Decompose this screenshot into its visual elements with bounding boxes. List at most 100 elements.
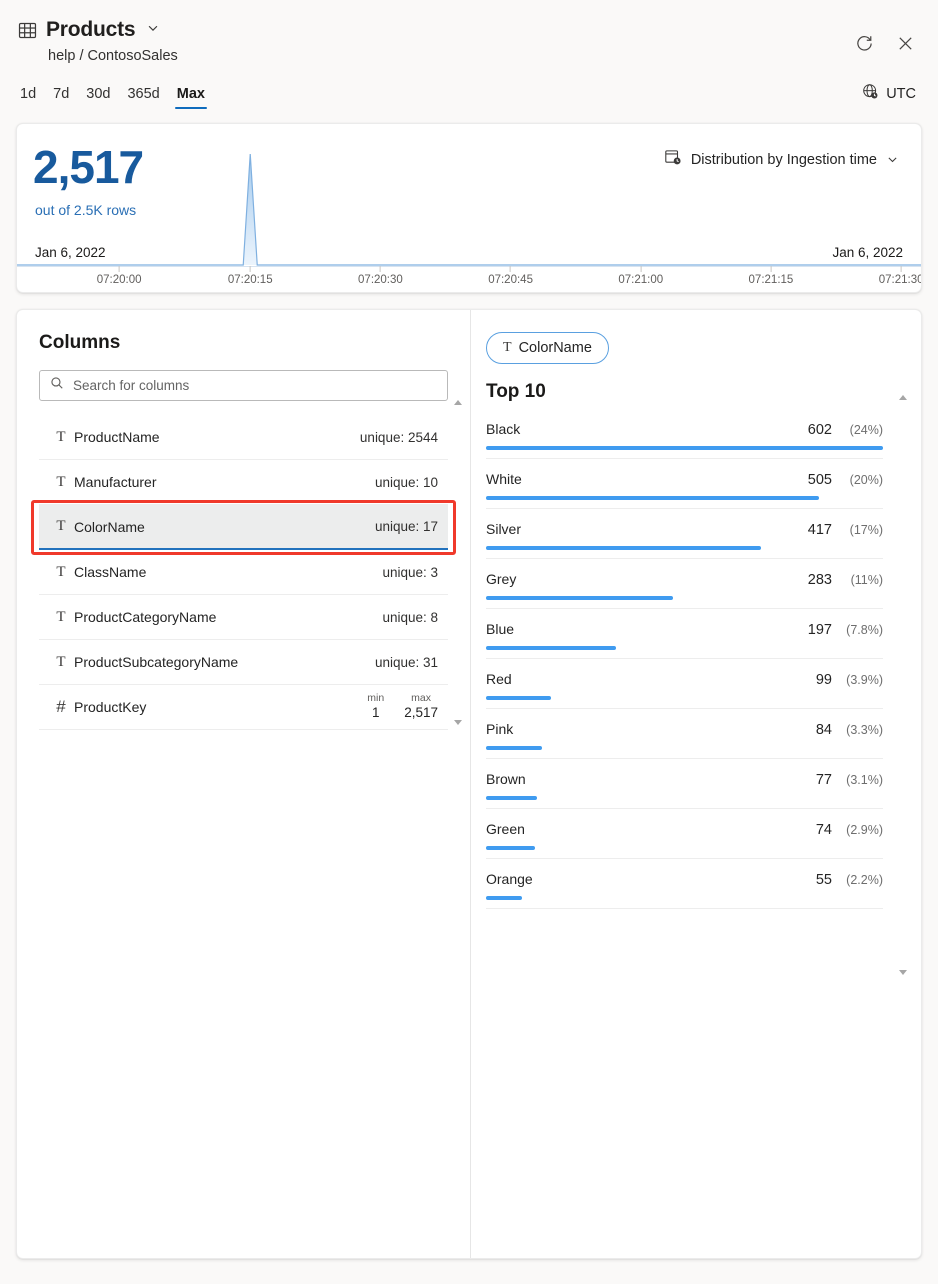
search-columns-box[interactable] — [39, 370, 448, 401]
globe-clock-icon — [862, 83, 879, 105]
top-value-bar — [486, 696, 551, 700]
tick-label: 07:20:15 — [228, 274, 273, 286]
top-value-count: 99 — [816, 672, 832, 688]
tab-365d[interactable]: 365d — [127, 86, 159, 109]
top-value-head: White505(20%) — [486, 471, 883, 488]
top-value-head: Grey283(11%) — [486, 571, 883, 588]
top-value-percent: (3.1%) — [839, 773, 883, 787]
scroll-up-arrow[interactable] — [899, 395, 907, 400]
top-value-percent: (17%) — [839, 523, 883, 537]
close-icon[interactable] — [894, 32, 916, 54]
scroll-down-arrow[interactable] — [454, 720, 462, 725]
search-input[interactable] — [73, 378, 437, 393]
column-name: Manufacturer — [74, 474, 375, 490]
tick-label: 07:21:30 — [879, 274, 922, 286]
top-value-row[interactable]: Pink84(3.3%) — [486, 709, 883, 759]
columns-scrollbar[interactable] — [452, 400, 464, 725]
axis-tick: 07:21:15 — [749, 266, 794, 286]
top-value-label: Blue — [486, 621, 808, 637]
min-value: 1 — [372, 705, 380, 722]
tick-mark — [640, 266, 641, 272]
top-values-scrollbar[interactable] — [897, 395, 909, 975]
top-value-bar-track — [486, 596, 883, 600]
top-value-bar-track — [486, 696, 883, 700]
ingestion-distribution-chart — [17, 124, 921, 266]
top-value-count: 77 — [816, 772, 832, 788]
top-value-row[interactable]: White505(20%) — [486, 459, 883, 509]
top-value-row[interactable]: Brown77(3.1%) — [486, 759, 883, 809]
stats-card: 2,517 out of 2.5K rows Distribution by I… — [16, 123, 922, 293]
top-value-bar-track — [486, 646, 883, 650]
column-name: ProductSubcategoryName — [74, 654, 375, 670]
chart-axis: 07:20:0007:20:1507:20:3007:20:4507:21:00… — [17, 266, 921, 293]
top-value-head: Red99(3.9%) — [486, 671, 883, 688]
tab-30d[interactable]: 30d — [86, 86, 110, 109]
axis-tick: 07:20:45 — [488, 266, 533, 286]
page-header: Products help / ContosoSales — [0, 0, 938, 64]
top-value-row[interactable]: Orange55(2.2%) — [486, 859, 883, 909]
top-value-head: Brown77(3.1%) — [486, 771, 883, 788]
column-row-productcategoryname[interactable]: TProductCategoryNameunique: 8 — [39, 595, 448, 640]
column-row-productsubcategoryname[interactable]: TProductSubcategoryNameunique: 31 — [39, 640, 448, 685]
top-value-count: 283 — [808, 572, 832, 588]
text-type-icon: T — [51, 474, 71, 491]
top-value-count: 74 — [816, 822, 832, 838]
axis-tick: 07:21:30 — [879, 266, 922, 286]
top-value-percent: (20%) — [839, 473, 883, 487]
selected-column-label: ColorName — [519, 340, 592, 356]
tick-label: 07:20:00 — [97, 274, 142, 286]
top-value-label: Black — [486, 421, 808, 437]
text-type-icon: T — [51, 609, 71, 626]
top-value-bar-track — [486, 496, 883, 500]
column-max: max2,517 — [404, 692, 438, 722]
tick-mark — [119, 266, 120, 272]
top-value-row[interactable]: Silver417(17%) — [486, 509, 883, 559]
tick-mark — [770, 266, 771, 272]
column-row-productkey[interactable]: #ProductKeymin1max2,517 — [39, 685, 448, 730]
top-value-row[interactable]: Grey283(11%) — [486, 559, 883, 609]
scroll-down-arrow[interactable] — [899, 970, 907, 975]
column-name: ColorName — [74, 519, 375, 535]
top-value-row[interactable]: Green74(2.9%) — [486, 809, 883, 859]
top-values-title: Top 10 — [486, 381, 921, 403]
page-title: Products — [46, 18, 135, 42]
axis-tick: 07:21:00 — [618, 266, 663, 286]
title-row[interactable]: Products — [18, 18, 920, 42]
scroll-up-arrow[interactable] — [454, 400, 462, 405]
column-name: ClassName — [74, 564, 382, 580]
tick-mark — [510, 266, 511, 272]
top-value-head: Green74(2.9%) — [486, 821, 883, 838]
top-value-bar — [486, 496, 819, 500]
tab-max[interactable]: Max — [177, 86, 205, 109]
text-type-icon: T — [51, 564, 71, 581]
top-value-percent: (2.2%) — [839, 873, 883, 887]
timezone-selector[interactable]: UTC — [862, 83, 916, 105]
column-name: ProductCategoryName — [74, 609, 382, 625]
tick-mark — [380, 266, 381, 272]
top-value-row[interactable]: Blue197(7.8%) — [486, 609, 883, 659]
top-value-row[interactable]: Red99(3.9%) — [486, 659, 883, 709]
column-row-productname[interactable]: TProductNameunique: 2544 — [39, 415, 448, 460]
top-value-head: Silver417(17%) — [486, 521, 883, 538]
time-range-tabs: 1d 7d 30d 365d Max UTC — [20, 86, 938, 109]
top-value-percent: (3.9%) — [839, 673, 883, 687]
chevron-down-icon[interactable] — [144, 21, 160, 40]
refresh-icon[interactable] — [853, 32, 875, 54]
columns-title: Columns — [39, 332, 470, 354]
max-label: max — [411, 692, 431, 705]
tab-1d[interactable]: 1d — [20, 86, 36, 109]
top-values-list: Black602(24%) White505(20%) Silver417(17%)… — [486, 409, 883, 909]
column-row-classname[interactable]: TClassNameunique: 3 — [39, 550, 448, 595]
top-value-head: Pink84(3.3%) — [486, 721, 883, 738]
timezone-label: UTC — [886, 86, 916, 102]
top-value-bar — [486, 646, 616, 650]
top-value-count: 197 — [808, 622, 832, 638]
column-row-manufacturer[interactable]: TManufacturerunique: 10 — [39, 460, 448, 505]
text-type-icon: T — [503, 340, 512, 356]
top-value-row[interactable]: Black602(24%) — [486, 409, 883, 459]
tick-label: 07:21:15 — [749, 274, 794, 286]
selected-column-pill[interactable]: T ColorName — [486, 332, 609, 364]
tab-7d[interactable]: 7d — [53, 86, 69, 109]
column-row-colorname[interactable]: TColorNameunique: 17 — [39, 505, 448, 550]
top-value-bar-track — [486, 796, 883, 800]
